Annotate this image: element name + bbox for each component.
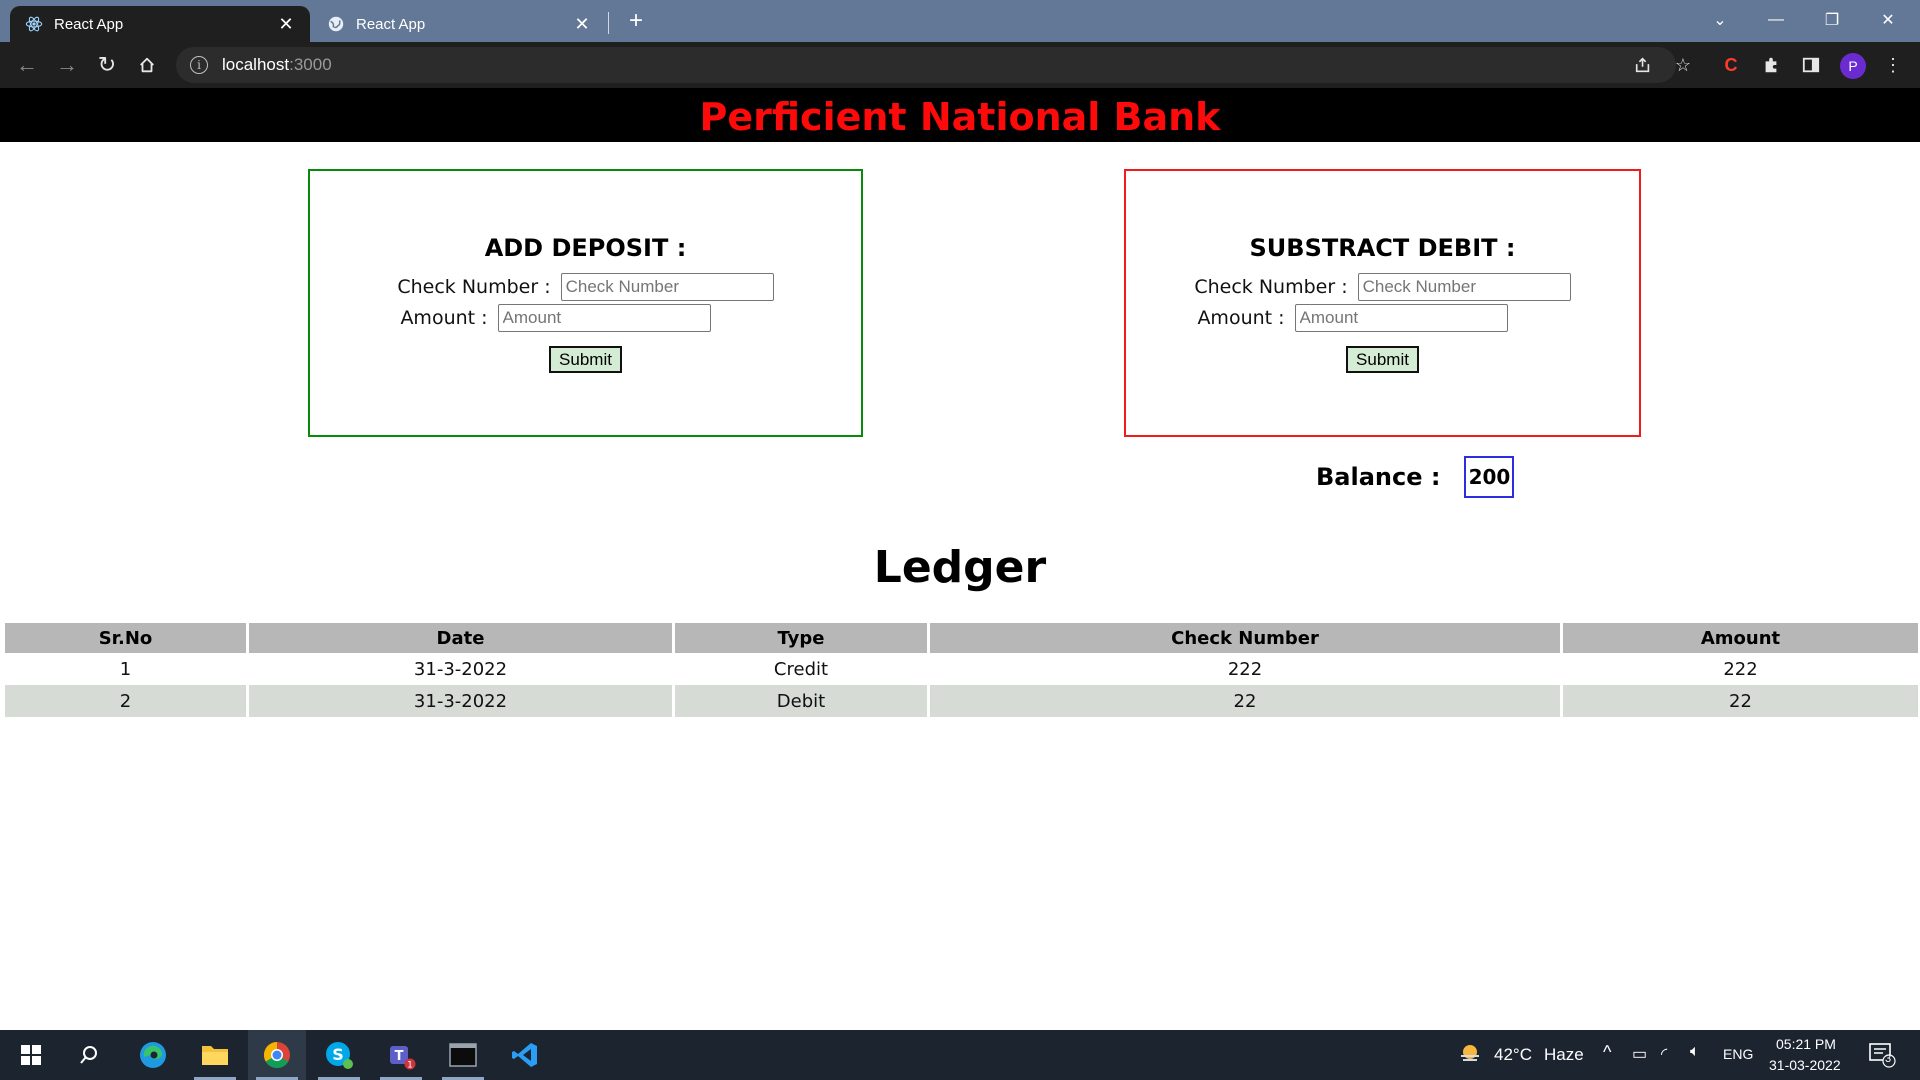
notifications-icon[interactable] <box>1868 1042 1898 1068</box>
react-icon <box>24 14 44 34</box>
close-icon[interactable]: ✕ <box>572 14 592 34</box>
battery-icon[interactable]: ▭ <box>1632 1044 1647 1064</box>
back-arrow-icon[interactable]: ← <box>12 50 42 80</box>
extensions-puzzle-icon[interactable] <box>1758 52 1784 78</box>
vscode-icon[interactable] <box>496 1030 554 1080</box>
weather-condition[interactable]: Haze <box>1544 1045 1584 1065</box>
globe-icon <box>326 14 346 34</box>
deposit-submit-button[interactable]: Submit <box>549 346 622 373</box>
debit-heading: SUBSTRACT DEBIT : <box>1249 234 1516 262</box>
cell-date: 31-3-2022 <box>413 658 508 680</box>
clock-time[interactable]: 05:21 PM <box>1776 1036 1836 1052</box>
browser-tab[interactable]: React App ✕ <box>312 6 606 42</box>
url-host: localhost <box>222 55 290 74</box>
reload-icon[interactable]: ↻ <box>92 50 122 80</box>
balance-value: 200 <box>1464 456 1515 498</box>
deposit-heading: ADD DEPOSIT : <box>484 234 687 262</box>
chrome-icon[interactable] <box>248 1030 306 1080</box>
ledger-table: Sr.No Date Type Check Number Amount 1 31… <box>2 623 1920 717</box>
debit-amount-input[interactable] <box>1294 304 1508 332</box>
cell-check-number: 222 <box>1227 658 1263 680</box>
debit-check-number-input[interactable] <box>1357 273 1571 301</box>
search-icon[interactable] <box>60 1030 118 1080</box>
close-icon[interactable]: ✕ <box>276 14 296 34</box>
site-info-icon[interactable]: i <box>190 56 208 74</box>
debit-check-label: Check Number : <box>1194 276 1348 298</box>
svg-text:S: S <box>332 1045 344 1064</box>
clock-date[interactable]: 31-03-2022 <box>1769 1057 1841 1073</box>
skype-icon[interactable]: S <box>310 1030 368 1080</box>
share-icon[interactable] <box>1630 52 1656 78</box>
balance-display: Balance : 200 <box>1316 455 1515 499</box>
new-tab-plus-icon[interactable]: + <box>622 8 650 36</box>
page-title: Perficient National Bank <box>699 95 1221 139</box>
os-taskbar: S T1 42°C Haze ^ ▭ ◜ 🔈︎ ENG 05:21 PM 31-… <box>0 1030 1920 1080</box>
debit-amount-row: Amount : <box>1126 304 1639 332</box>
cell-sr-no: 1 <box>119 658 132 680</box>
home-icon[interactable] <box>132 50 162 80</box>
cell-amount: 222 <box>1723 658 1758 680</box>
debit-check-row: Check Number : <box>1126 273 1639 301</box>
tab-title: React App <box>54 15 124 33</box>
forward-arrow-icon[interactable]: → <box>52 50 82 80</box>
url-port: :3000 <box>289 55 332 74</box>
tab-search-chevron-icon[interactable]: ⌄ <box>1692 0 1748 40</box>
deposit-check-label: Check Number : <box>397 276 551 298</box>
deposit-check-number-input[interactable] <box>560 273 774 301</box>
restore-icon[interactable]: ❐ <box>1804 0 1860 40</box>
teams-icon[interactable]: T1 <box>372 1030 430 1080</box>
cell-sr-no: 2 <box>5 685 246 717</box>
volume-icon[interactable]: 🔈︎ <box>1690 1043 1700 1061</box>
cell-type: Credit <box>773 658 829 680</box>
ledger-title: Ledger <box>873 542 1047 593</box>
bookmark-star-icon[interactable]: ☆ <box>1670 52 1696 78</box>
more-menu-icon[interactable]: ⋮ <box>1880 52 1906 78</box>
wifi-icon[interactable]: ◜ <box>1661 1044 1667 1064</box>
svg-text:1: 1 <box>407 1061 413 1071</box>
column-header-check-number: Check Number <box>930 623 1560 653</box>
windows-start-icon[interactable] <box>2 1030 60 1080</box>
balance-label: Balance : <box>1316 463 1441 491</box>
deposit-amount-input[interactable] <box>497 304 711 332</box>
file-explorer-icon[interactable] <box>186 1030 244 1080</box>
edge-browser-icon[interactable] <box>124 1030 182 1080</box>
deposit-form: ADD DEPOSIT : Check Number : Amount : Su… <box>308 169 863 437</box>
browser-tab-strip: React App ✕ React App ✕ + ⌄ — ❐ ✕ <box>0 0 1920 42</box>
terminal-icon[interactable] <box>434 1030 492 1080</box>
deposit-amount-label: Amount : <box>400 307 488 329</box>
cell-type: Debit <box>675 685 927 717</box>
table-row: 2 31-3-2022 Debit 22 22 <box>5 685 1918 717</box>
app-header: Perficient National Bank <box>0 88 1920 142</box>
column-header-type: Type <box>675 623 927 653</box>
tab-title: React App <box>356 15 426 33</box>
minimize-icon[interactable]: — <box>1748 0 1804 40</box>
tab-separator <box>608 12 609 34</box>
weather-temp[interactable]: 42°C <box>1494 1045 1532 1065</box>
browser-toolbar: ← → ↻ i localhost:3000 ☆ C ⋮ <box>0 42 1920 88</box>
column-header-date: Date <box>249 623 672 653</box>
column-header-amount: Amount <box>1563 623 1918 653</box>
table-header-row: Sr.No Date Type Check Number Amount <box>5 623 1918 653</box>
side-panel-icon[interactable] <box>1798 52 1824 78</box>
window-close-icon[interactable]: ✕ <box>1860 0 1916 40</box>
cell-check-number: 22 <box>930 685 1560 717</box>
notification-count: 3 <box>1885 1053 1892 1065</box>
column-header-sr-no: Sr.No <box>5 623 246 653</box>
deposit-amount-row: Amount : <box>310 304 861 332</box>
debit-form: SUBSTRACT DEBIT : Check Number : Amount … <box>1124 169 1641 437</box>
weather-haze-icon[interactable] <box>1458 1042 1482 1066</box>
address-bar[interactable]: i localhost:3000 <box>176 47 1676 83</box>
deposit-check-row: Check Number : <box>310 273 861 301</box>
table-row: 1 31-3-2022 Credit 222 222 <box>5 653 1918 685</box>
browser-tab-active[interactable]: React App ✕ <box>10 6 310 42</box>
cell-amount: 22 <box>1563 685 1918 717</box>
svg-text:T: T <box>395 1049 404 1064</box>
show-hidden-icons-chevron-icon[interactable]: ^ <box>1603 1042 1611 1063</box>
language-indicator[interactable]: ENG <box>1723 1046 1753 1062</box>
debit-submit-button[interactable]: Submit <box>1346 346 1419 373</box>
extension-c-icon[interactable]: C <box>1718 52 1744 78</box>
cell-date: 31-3-2022 <box>249 685 672 717</box>
profile-avatar[interactable]: P <box>1840 53 1866 79</box>
debit-amount-label: Amount : <box>1197 307 1285 329</box>
